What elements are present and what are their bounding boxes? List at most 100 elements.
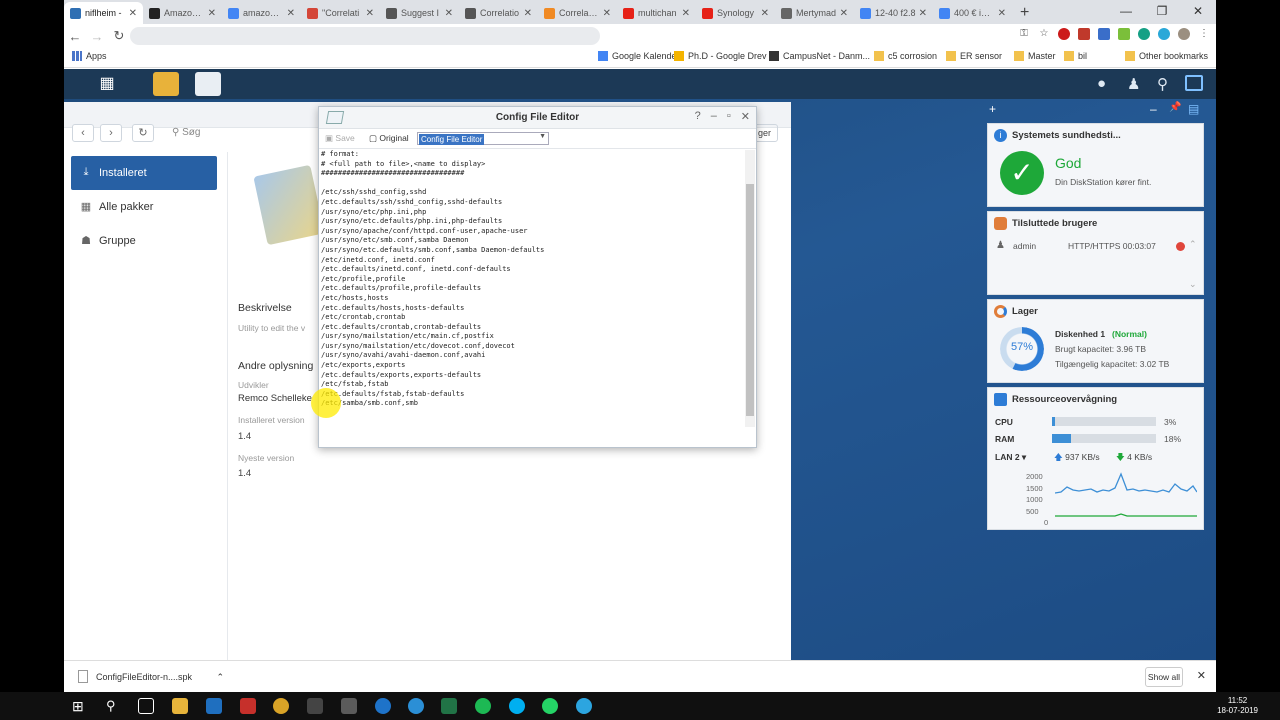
browser-tab[interactable]: amazon fa ✕ bbox=[222, 2, 301, 24]
scroll-thumb[interactable] bbox=[746, 184, 754, 416]
bookmark-extension-icon[interactable] bbox=[1078, 28, 1090, 40]
bookmark-item[interactable]: bil bbox=[1064, 51, 1087, 61]
close-tab-icon[interactable]: ✕ bbox=[366, 8, 374, 19]
sidebar-item-installed[interactable]: ⤓ Installeret bbox=[71, 156, 217, 190]
star-icon[interactable]: ☆ bbox=[1038, 28, 1050, 40]
minimize-icon[interactable]: – bbox=[711, 110, 717, 123]
show-all-button[interactable]: Show all bbox=[1145, 667, 1183, 687]
close-icon[interactable]: ✕ bbox=[741, 110, 750, 123]
close-downloads-icon[interactable]: ✕ bbox=[1197, 669, 1206, 682]
config-scrollbar[interactable] bbox=[745, 150, 755, 427]
collapse-icon[interactable]: ⌃ bbox=[1189, 239, 1197, 250]
bookmark-item[interactable]: Master bbox=[1014, 51, 1056, 61]
grammarly-extension-icon[interactable] bbox=[1138, 28, 1150, 40]
browser-tab[interactable]: Mertymad ✕ bbox=[775, 2, 854, 24]
key-icon[interactable]: ⚿ bbox=[1018, 28, 1030, 40]
bookmark-item[interactable]: Google Kalender bbox=[598, 51, 680, 61]
package-center-icon[interactable] bbox=[153, 72, 179, 96]
bookmark-apps[interactable]: Apps bbox=[72, 51, 107, 61]
browser-tab[interactable]: 12-40 f2.8 ✕ bbox=[854, 2, 933, 24]
forward-button[interactable]: › bbox=[100, 124, 122, 142]
new-tab-button[interactable]: + bbox=[1012, 2, 1037, 24]
help-icon[interactable]: ? bbox=[695, 110, 701, 123]
user-icon[interactable]: ♟ bbox=[1127, 75, 1140, 93]
back-button[interactable]: ‹ bbox=[72, 124, 94, 142]
back-icon[interactable]: ← bbox=[64, 29, 86, 44]
address-bar[interactable] bbox=[130, 27, 600, 45]
chat-icon[interactable]: ● bbox=[1097, 75, 1106, 92]
windows-start-icon[interactable]: ⊞ bbox=[72, 698, 88, 714]
chrome-icon[interactable] bbox=[273, 698, 289, 714]
disconnect-icon[interactable] bbox=[1176, 242, 1185, 251]
bookmark-item[interactable]: c5 corrosion bbox=[874, 51, 937, 61]
bookmark-item[interactable]: CampusNet - Danm... bbox=[769, 51, 870, 61]
edge-icon[interactable] bbox=[375, 698, 391, 714]
menu-icon[interactable]: ⋮ bbox=[1198, 28, 1210, 40]
original-button[interactable]: ▢ Original bbox=[369, 133, 409, 144]
maximize-icon[interactable]: ▫ bbox=[727, 110, 731, 123]
browser-tab[interactable]: "Correlati ✕ bbox=[301, 2, 380, 24]
config-editor-taskbar-icon[interactable] bbox=[195, 72, 221, 96]
expand-icon[interactable]: ⌄ bbox=[1189, 279, 1197, 290]
save-button[interactable]: ▣ Save bbox=[325, 133, 355, 144]
close-tab-icon[interactable]: ✕ bbox=[524, 8, 532, 19]
outlook-icon[interactable] bbox=[206, 698, 222, 714]
file-select[interactable]: Config File Editor ▼ bbox=[417, 132, 549, 145]
close-tab-icon[interactable]: ✕ bbox=[682, 8, 690, 19]
browser-tab[interactable]: Suggest I ✕ bbox=[380, 2, 459, 24]
close-tab-icon[interactable]: ✕ bbox=[445, 8, 453, 19]
opera-extension-icon[interactable] bbox=[1058, 28, 1070, 40]
minimize-button[interactable]: — bbox=[1108, 0, 1144, 24]
internet-explorer-icon[interactable] bbox=[408, 698, 424, 714]
pin-icon[interactable]: 📌 bbox=[1169, 102, 1181, 113]
spotify-icon[interactable] bbox=[475, 698, 491, 714]
whatsapp-icon[interactable] bbox=[542, 698, 558, 714]
refresh-button[interactable]: ↻ bbox=[132, 124, 154, 142]
close-tab-icon[interactable]: ✕ bbox=[919, 8, 927, 19]
bookmark-item[interactable]: Ph.D - Google Drev bbox=[674, 51, 767, 61]
reload-icon[interactable]: ↻ bbox=[108, 28, 130, 44]
sidebar-item-all-packages[interactable]: ▦ Alle pakker bbox=[71, 190, 217, 224]
search-icon[interactable]: ⚲ bbox=[1157, 75, 1168, 93]
config-text-area[interactable]: # format: # <full path to file>,<name to… bbox=[320, 150, 747, 427]
forward-icon[interactable]: → bbox=[86, 29, 108, 44]
pdf-icon[interactable] bbox=[240, 698, 256, 714]
bookmark-other[interactable]: Other bookmarks bbox=[1124, 51, 1208, 61]
browser-tab[interactable]: Correlatio ✕ bbox=[459, 2, 538, 24]
browser-tab[interactable]: multichan ✕ bbox=[617, 2, 696, 24]
browser-tab[interactable]: Amazon.de✕ bbox=[143, 2, 222, 24]
excel-icon[interactable] bbox=[441, 698, 457, 714]
puzzle-extension-icon[interactable] bbox=[1118, 28, 1130, 40]
add-widget-icon[interactable]: + bbox=[989, 102, 996, 116]
maximize-button[interactable]: ❐ bbox=[1144, 0, 1180, 24]
close-tab-icon[interactable]: ✕ bbox=[761, 8, 769, 19]
skype-icon[interactable] bbox=[509, 698, 525, 714]
browser-tab[interactable]: niflheim - ✕ bbox=[64, 2, 143, 24]
close-tab-icon[interactable]: ✕ bbox=[603, 8, 611, 19]
widgets-icon[interactable] bbox=[1185, 75, 1203, 91]
panel-settings-icon[interactable]: ▤ bbox=[1188, 102, 1199, 116]
profile-avatar[interactable] bbox=[1178, 28, 1190, 40]
close-window-button[interactable]: ✕ bbox=[1180, 0, 1216, 24]
download-item[interactable]: ConfigFileEditor-n....spk ⌃ bbox=[76, 668, 224, 686]
search-input[interactable]: ⚲ Søg bbox=[168, 124, 328, 142]
lan-select[interactable]: LAN 2 ▾ bbox=[995, 452, 1026, 463]
file-explorer-icon[interactable] bbox=[172, 698, 188, 714]
sidebar-item-group[interactable]: ☗ Gruppe bbox=[71, 224, 217, 258]
ext-icon[interactable] bbox=[1098, 28, 1110, 40]
ext-circle-icon[interactable] bbox=[1158, 28, 1170, 40]
close-tab-icon[interactable]: ✕ bbox=[998, 8, 1006, 19]
close-tab-icon[interactable]: ✕ bbox=[840, 8, 848, 19]
system-clock[interactable]: 11:52 18-07-2019 bbox=[1217, 696, 1258, 716]
close-tab-icon[interactable]: ✕ bbox=[129, 8, 137, 19]
app-icon[interactable] bbox=[307, 698, 323, 714]
pen-icon[interactable] bbox=[341, 698, 357, 714]
minimize-panel-icon[interactable]: – bbox=[1150, 102, 1157, 116]
chevron-up-icon[interactable]: ⌃ bbox=[216, 668, 224, 686]
browser-tab[interactable]: Correlation ✕ bbox=[538, 2, 617, 24]
task-view-icon[interactable] bbox=[138, 698, 154, 714]
close-tab-icon[interactable]: ✕ bbox=[287, 8, 295, 19]
browser-tab[interactable]: 400 € in dk ✕ bbox=[933, 2, 1012, 24]
telegram-icon[interactable] bbox=[576, 698, 592, 714]
browser-tab[interactable]: Synology ✕ bbox=[696, 2, 775, 24]
